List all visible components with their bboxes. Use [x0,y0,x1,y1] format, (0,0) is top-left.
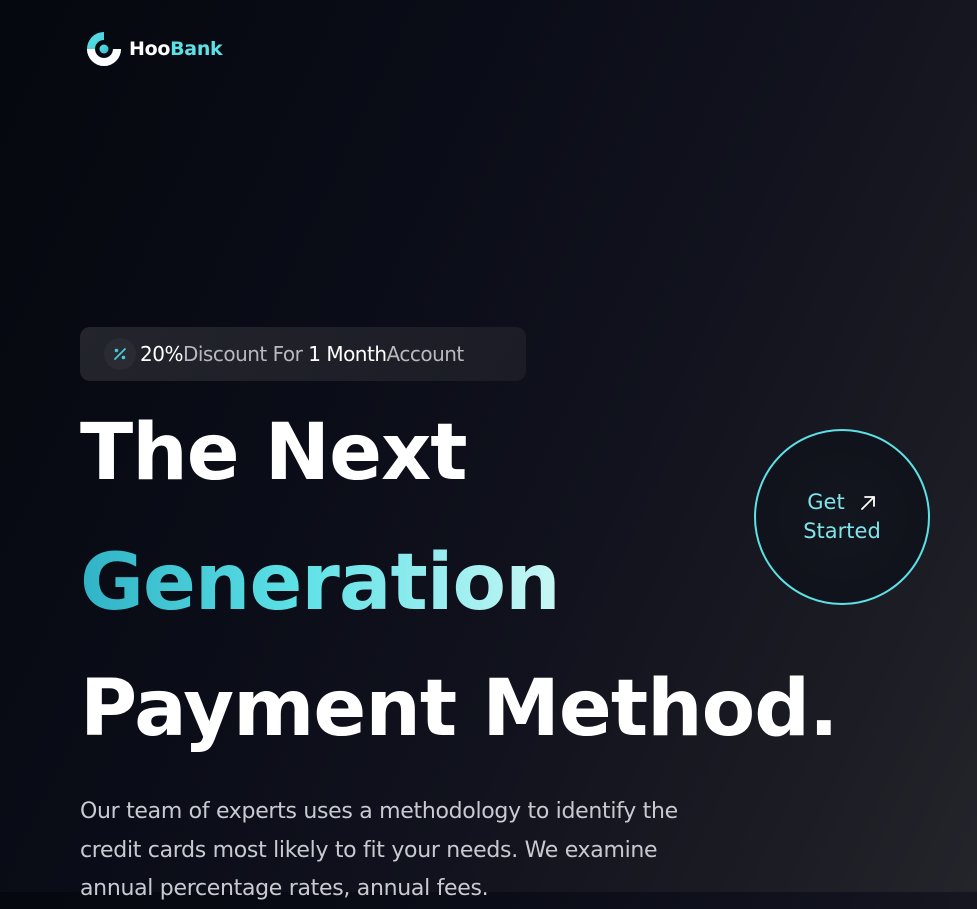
get-started-label-1: Get [807,490,845,514]
hero-heading-line-2: Generation [80,538,561,628]
hoobank-logo-icon [87,32,121,66]
arrow-up-right-icon [860,495,875,510]
get-started-button[interactable]: Get Started [754,429,930,605]
promo-text: 20%Discount For 1 MonthAccount [140,342,464,366]
brand-name-part2: Bank [170,38,223,60]
promo-highlight-period: 1 Month [308,342,387,366]
brand-name: HooBank [129,38,223,60]
promo-highlight-value: 20% [140,342,183,366]
hero-heading-line-3: Payment Method. [80,664,839,754]
hero-heading-line-1: The Next [80,408,468,498]
get-started-label-2: Started [803,519,881,543]
promo-text-2: Account [386,342,465,366]
discount-icon [104,338,136,370]
get-started-row-1: Get [807,488,876,517]
promo-text-1: Discount For [182,342,303,366]
promo-badge: 20%Discount For 1 MonthAccount [80,327,526,381]
get-started-row-2: Started [803,517,881,546]
brand-name-part1: Hoo [129,38,171,60]
brand-logo[interactable]: HooBank [84,29,223,69]
hero-description: Our team of experts uses a methodology t… [80,799,678,901]
